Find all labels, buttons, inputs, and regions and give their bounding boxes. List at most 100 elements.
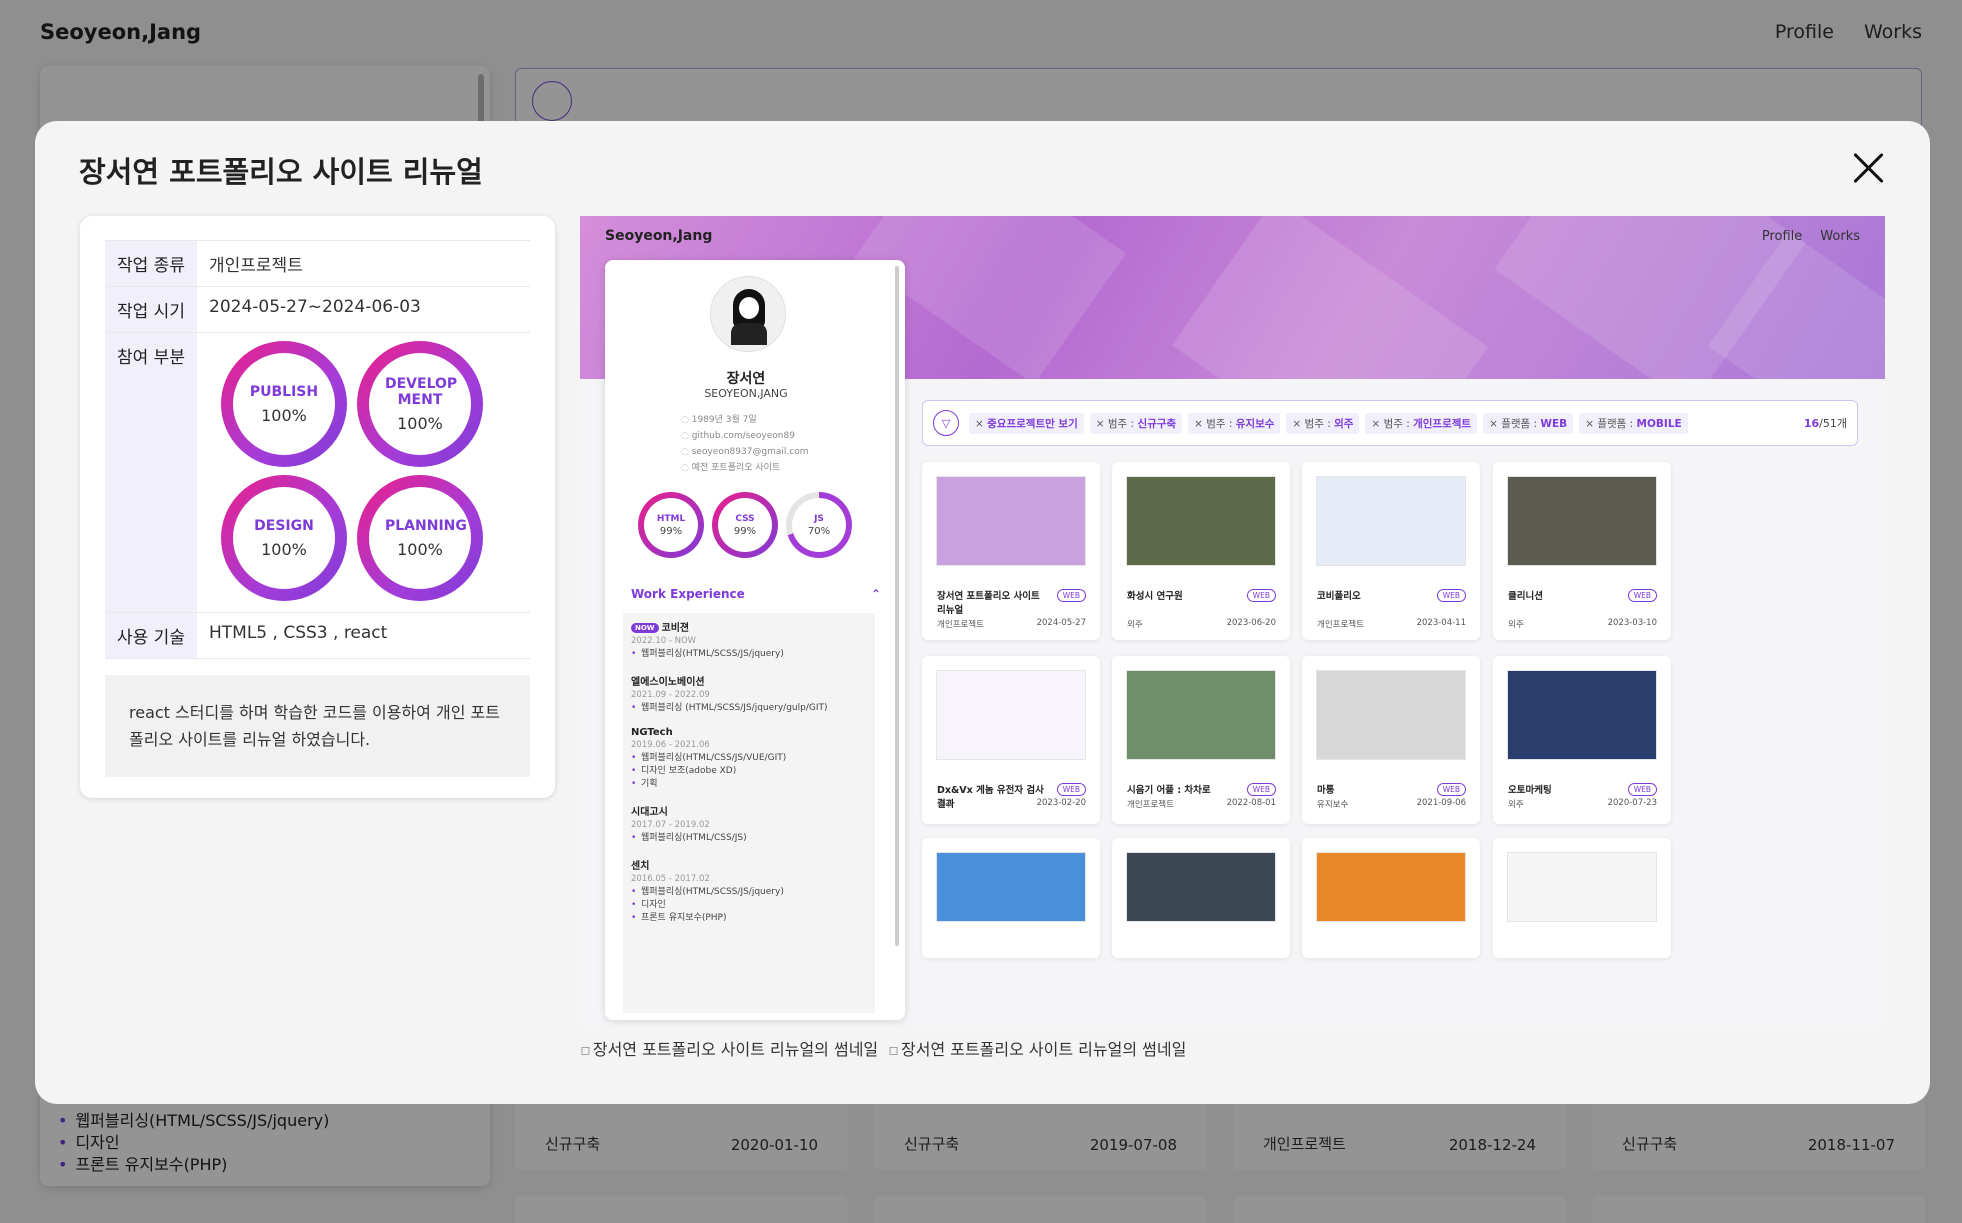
tech-value: HTML5 , CSS3 , react	[197, 612, 530, 659]
project-preview-image: Seoyeon,Jang Profile Works 장서연 SEOYEON,J…	[580, 216, 1885, 1026]
card-date: 2024-05-27	[1036, 618, 1086, 628]
job-company: NGTech	[631, 727, 867, 738]
job-tasks: 웹퍼블리싱(HTML/SCSS/JS/jquery)디자인프론트 유지보수(PH…	[631, 886, 867, 925]
filter-value: MOBILE	[1636, 417, 1682, 430]
contact-birthday: 1989년 3월 7일	[681, 412, 809, 428]
filter-value: 외주	[1334, 417, 1354, 430]
card-date: 2023-02-20	[1036, 798, 1086, 808]
card-title: 오토마케팅	[1508, 785, 1552, 796]
type-label: 작업 종류	[105, 240, 197, 287]
card-thumbnail	[1316, 852, 1466, 922]
close-icon: ×	[975, 417, 988, 430]
card-title: 시음기 어플 : 차차로	[1127, 785, 1211, 796]
company-name: 코비젼	[661, 623, 690, 634]
skill-percent: 99%	[659, 525, 683, 537]
skill-name: JS	[814, 513, 824, 524]
platform-tag: WEB	[1436, 589, 1466, 602]
period-value: 2024-05-27~2024-06-03	[197, 286, 530, 333]
card-category: 외주	[937, 800, 953, 810]
preview-nav: Profile Works	[1762, 229, 1860, 244]
list-item: 웹퍼블리싱(HTML/CSS/JS/VUE/GIT)	[631, 752, 867, 765]
list-item: 웹퍼블리싱(HTML/SCSS/JS/jquery)	[631, 648, 867, 661]
project-info-table: 작업 종류 개인프로젝트 작업 시기 2024-05-27~2024-06-03…	[105, 240, 530, 659]
skill-name: DESIGN	[254, 517, 314, 534]
filter-chip: × 중요프로젝트만 보기	[969, 412, 1084, 434]
close-icon: ×	[1585, 417, 1598, 430]
job-tasks: 웹퍼블리싱(HTML/CSS/JS/VUE/GIT)디자인 보조(adobe X…	[631, 752, 867, 791]
platform-tag: WEB	[1056, 589, 1086, 602]
list-item: 웹퍼블리싱(HTML/CSS/JS)	[631, 832, 867, 845]
company-name: 엘에스이노베이션	[631, 677, 705, 688]
work-card: 코비폴리오 WEB 개인프로젝트 2023-04-11	[1302, 462, 1480, 640]
card-category: 개인프로젝트	[1127, 800, 1174, 810]
filter-chip: × 범주 : 개인프로젝트	[1365, 412, 1478, 434]
card-category: 개인프로젝트	[937, 620, 984, 630]
work-experience-header: Work Experience ⌃	[631, 587, 881, 601]
card-date: 2023-04-11	[1416, 618, 1466, 628]
skill-ring: DESIGN 100%	[221, 475, 347, 601]
skill-percent: 100%	[261, 405, 307, 425]
skill-ring: PUBLISH 100%	[221, 341, 347, 467]
preview-nav-profile: Profile	[1761, 229, 1803, 244]
job-entry: NGTech 2019.06 - 2021.06 웹퍼블리싱(HTML/CSS/JS…	[631, 727, 867, 791]
broken-image: 장서연 포트폴리오 사이트 리뉴얼의 썸네일	[580, 1036, 878, 1060]
card-thumbnail	[1126, 476, 1276, 566]
filter-key: 범주 :	[1107, 417, 1138, 430]
count-total: /51개	[1819, 417, 1847, 430]
filter-value: 중요프로젝트만 보기	[987, 417, 1078, 430]
skill-percent: 100%	[397, 539, 443, 559]
filter-key: 범주 :	[1304, 417, 1335, 430]
skill-name: DEVELOP MENT	[385, 375, 458, 408]
preview-profile-card: 장서연 SEOYEON,JANG 1989년 3월 7일 github.com/…	[605, 260, 905, 1020]
job-tasks: 웹퍼블리싱 (HTML/SCSS/JS/jquery/gulp/GIT)	[631, 702, 867, 715]
job-period: 2021.09 - 2022.09	[631, 690, 710, 700]
skill-percent: 100%	[397, 413, 443, 433]
work-card: 화성시 연구원 WEB 외주 2023-06-20	[1112, 462, 1290, 640]
platform-tag: WEB	[1056, 783, 1086, 796]
skill-ring: CSS 99%	[712, 492, 778, 558]
filter-chip: × 플랫폼 : MOBILE	[1579, 412, 1688, 434]
skill-name: CSS	[735, 513, 755, 524]
platform-tag: WEB	[1246, 589, 1276, 602]
card-thumbnail	[1507, 852, 1657, 922]
work-card: 클리니션 WEB 외주 2023-03-10	[1493, 462, 1671, 640]
card-category: 외주	[1127, 620, 1143, 630]
job-company: NOW 코비젼	[631, 619, 867, 634]
contact-github: github.com/seoyeon89	[681, 428, 809, 444]
filter-value: WEB	[1540, 417, 1568, 430]
job-entry: 시대고시 2017.07 - 2019.02 웹퍼블리싱(HTML/CSS/JS)	[631, 803, 867, 845]
work-card	[1302, 838, 1480, 958]
skill-ring: JS 70%	[786, 492, 852, 558]
result-count: 16/51개	[1804, 415, 1847, 431]
close-icon[interactable]	[1852, 151, 1886, 185]
card-thumbnail	[1126, 852, 1276, 922]
broken-image: 장서연 포트폴리오 사이트 리뉴얼의 썸네일	[888, 1036, 1186, 1060]
close-icon: ×	[1194, 417, 1207, 430]
skill-name: PLANNING	[385, 517, 467, 534]
card-category: 외주	[1508, 800, 1524, 810]
filter-chip: × 플랫폼 : WEB	[1483, 412, 1574, 434]
filter-chip: × 범주 : 외주	[1286, 412, 1360, 434]
filter-value: 개인프로젝트	[1413, 417, 1472, 430]
list-item: 디자인	[631, 899, 867, 912]
skill-ring: PLANNING 100%	[357, 475, 483, 601]
job-entry: NOW코비젼 2022.10 - NOW 웹퍼블리싱(HTML/SCSS/JS/jq…	[631, 619, 867, 661]
project-modal: 장서연 포트폴리오 사이트 리뉴얼 작업 종류 개인프로젝트 작업 시기 202…	[35, 121, 1930, 1104]
card-title: 화성시 연구원	[1127, 591, 1183, 602]
list-item: 웹퍼블리싱(HTML/SCSS/JS/jquery)	[631, 886, 867, 899]
skill-percent: 70%	[807, 525, 831, 537]
job-company: 시대고시	[631, 803, 867, 818]
preview-logo: Seoyeon,Jang	[605, 228, 713, 244]
company-name: NGTech	[631, 727, 673, 738]
work-card: Dx&Vx 게놈 유전자 검사 결과 WEB 외주 2023-02-20	[922, 656, 1100, 824]
close-icon: ×	[1095, 417, 1108, 430]
card-title: 장서연 포트폴리오 사이트 리뉴얼	[937, 591, 1040, 616]
card-date: 2020-07-23	[1607, 798, 1657, 808]
project-description: react 스터디를 하며 학습한 코드를 이용하여 개인 포트폴리오 사이트를…	[105, 675, 530, 777]
card-category: 유지보수	[1317, 800, 1349, 810]
company-name: 센치	[631, 861, 650, 872]
part-rings: PUBLISH 100% DEVELOP MENT 100% DESIGN 100% …	[197, 333, 530, 601]
job-period: 2017.07 - 2019.02	[631, 820, 710, 830]
skill-rings: HTML 99% CSS 99% JS 70%	[638, 492, 852, 558]
profile-name: 장서연	[726, 371, 766, 387]
